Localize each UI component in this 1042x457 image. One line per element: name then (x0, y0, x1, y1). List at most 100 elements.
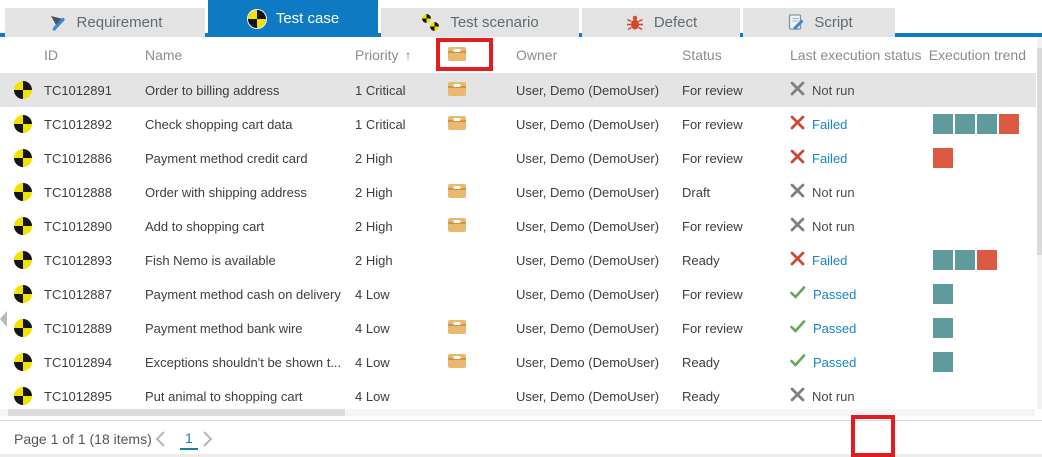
column-header-execution-trend[interactable]: Execution trend (925, 47, 1036, 63)
row-status: For review (675, 321, 785, 336)
pager-bar: Page 1 of 1 (18 items) 1 50100200 (0, 420, 1042, 457)
row-name: Check shopping cart data (145, 117, 355, 132)
row-type-cell (0, 115, 44, 133)
last-execution-link[interactable]: Failed (812, 151, 847, 166)
last-execution-link[interactable]: Failed (812, 117, 847, 132)
last-execution-link[interactable]: Passed (813, 355, 856, 370)
row-status: For review (675, 151, 785, 166)
next-page-button[interactable] (202, 430, 213, 451)
trend-square-pass (933, 352, 953, 372)
row-execution-trend (925, 114, 1036, 134)
row-type-cell (0, 183, 44, 201)
horizontal-scrollbar-thumb[interactable] (8, 409, 345, 416)
row-id: TC1012894 (44, 355, 145, 370)
table-body: TC1012891Order to billing address1 Criti… (0, 73, 1036, 413)
tab-defect[interactable]: Defect (582, 8, 740, 37)
table-row[interactable]: TC1012893Fish Nemo is available2 HighUse… (0, 243, 1036, 277)
row-name: Payment method credit card (145, 151, 355, 166)
trend-square-pass (933, 114, 953, 134)
tab-requirement[interactable]: Requirement (5, 8, 205, 37)
tab-strip: RequirementTest case Test scenario DefectS… (0, 0, 1042, 37)
row-priority: 2 High (355, 185, 440, 200)
vertical-scrollbar[interactable] (1037, 37, 1042, 409)
script-icon (785, 14, 805, 32)
row-status: For review (675, 117, 785, 132)
row-name: Order with shipping address (145, 185, 355, 200)
horizontal-scrollbar[interactable] (0, 409, 1035, 416)
row-status: Ready (675, 355, 785, 370)
column-header-id[interactable]: ID (44, 47, 145, 63)
archived-icon (448, 82, 466, 96)
row-priority: 4 Low (355, 321, 440, 336)
last-execution-label: Not run (812, 219, 855, 234)
table-row[interactable]: TC1012895Put animal to shopping cart4 Lo… (0, 379, 1036, 413)
row-archived-cell (440, 82, 505, 99)
row-name: Exceptions shouldn't be shown t... (145, 355, 355, 370)
current-page-number[interactable]: 1 (180, 430, 198, 450)
column-header-status[interactable]: Status (675, 47, 785, 63)
collapse-panel-arrow-icon[interactable] (0, 311, 7, 327)
gray-cross-icon (790, 81, 805, 99)
test-case-icon (14, 217, 32, 235)
column-header-priority[interactable]: Priority↑ (355, 47, 440, 63)
archived-icon (448, 320, 466, 334)
red-cross-icon (790, 251, 805, 269)
archived-icon (448, 184, 466, 198)
row-owner: User, Demo (DemoUser) (505, 253, 675, 268)
column-header-archived[interactable] (440, 47, 505, 64)
row-priority: 1 Critical (355, 83, 440, 98)
previous-page-button[interactable] (155, 430, 166, 451)
test-case-icon (14, 115, 32, 133)
trend-square-fail (977, 250, 997, 270)
row-owner: User, Demo (DemoUser) (505, 321, 675, 336)
row-last-execution: Failed (785, 115, 925, 133)
row-id: TC1012887 (44, 287, 145, 302)
row-type-cell (0, 217, 44, 235)
test-case-icon (14, 353, 32, 371)
row-archived-cell (440, 354, 505, 371)
row-priority: 1 Critical (355, 117, 440, 132)
row-name: Payment method bank wire (145, 321, 355, 336)
test-management-window: RequirementTest caseTest scenarioDefectS… (0, 0, 1042, 457)
vertical-scrollbar-thumb[interactable] (1037, 48, 1042, 255)
table-row[interactable]: TC1012891Order to billing address1 Criti… (0, 73, 1036, 107)
archived-icon (448, 354, 466, 368)
row-owner: User, Demo (DemoUser) (505, 185, 675, 200)
table-row[interactable]: TC1012888Order with shipping address2 Hi… (0, 175, 1036, 209)
row-last-execution: Not run (785, 217, 925, 235)
row-type-cell (0, 353, 44, 371)
row-id: TC1012888 (44, 185, 145, 200)
row-type-cell (0, 149, 44, 167)
table-row[interactable]: TC1012887Payment method cash on delivery… (0, 277, 1036, 311)
row-name: Payment method cash on delivery (145, 287, 355, 302)
table-row[interactable]: TC1012890Add to shopping cart2 HighUser,… (0, 209, 1036, 243)
row-owner: User, Demo (DemoUser) (505, 287, 675, 302)
last-execution-link[interactable]: Passed (813, 321, 856, 336)
table-row[interactable]: TC1012889Payment method bank wire4 LowUs… (0, 311, 1036, 345)
row-last-execution: Not run (785, 81, 925, 99)
table-row[interactable]: TC1012892Check shopping cart data1 Criti… (0, 107, 1036, 141)
table-row[interactable]: TC1012894Exceptions shouldn't be shown t… (0, 345, 1036, 379)
column-header-owner[interactable]: Owner (505, 47, 675, 63)
row-id: TC1012886 (44, 151, 145, 166)
column-header-priority-label: Priority (355, 47, 399, 63)
column-header-last-execution[interactable]: Last execution status (785, 47, 925, 63)
row-owner: User, Demo (DemoUser) (505, 117, 675, 132)
row-archived-cell (440, 116, 505, 133)
row-priority: 4 Low (355, 389, 440, 404)
row-status: For review (675, 219, 785, 234)
tab-script[interactable]: Script (743, 8, 895, 37)
last-execution-label: Not run (812, 83, 855, 98)
column-header-name[interactable]: Name (145, 47, 355, 63)
red-cross-icon (790, 115, 805, 133)
last-execution-link[interactable]: Passed (813, 287, 856, 302)
archived-icon (448, 116, 466, 130)
tab-test-case[interactable]: Test case (208, 0, 378, 37)
test-case-icon (14, 149, 32, 167)
tab-label: Test scenario (450, 14, 538, 31)
last-execution-link[interactable]: Failed (812, 253, 847, 268)
tab-test-scenario[interactable]: Test scenario (381, 8, 579, 37)
table-row[interactable]: TC1012886Payment method credit card2 Hig… (0, 141, 1036, 175)
trend-square-pass (955, 250, 975, 270)
row-id: TC1012895 (44, 389, 145, 404)
